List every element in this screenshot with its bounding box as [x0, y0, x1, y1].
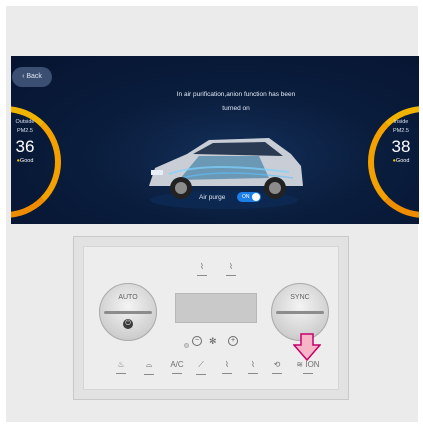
outside-pm25-readout: Outside PM2.5 36 ●Good: [11, 118, 39, 164]
inside-pm25-value: 38: [391, 137, 411, 156]
power-icon[interactable]: ⏻: [123, 319, 133, 329]
air-purge-toggle[interactable]: ON: [237, 192, 261, 202]
down-arrow-icon: [293, 333, 321, 361]
back-button[interactable]: ‹ Back: [12, 67, 52, 87]
outside-pm25-value: 36: [15, 137, 35, 156]
ion-button[interactable]: ≋ ION: [294, 360, 322, 374]
inside-pm-label: PM2.5: [393, 128, 409, 134]
plus-icon: +: [230, 337, 236, 344]
recirculation-icon[interactable]: ⟲: [268, 360, 286, 374]
fan-decrease-button[interactable]: −: [192, 336, 202, 346]
wifi-icon: ≋: [296, 360, 304, 369]
infotainment-screen: ‹ Back In air purification,anion functio…: [11, 56, 419, 224]
minus-icon: −: [194, 337, 200, 344]
seat-heat-passenger-icon[interactable]: ⌇: [222, 262, 240, 276]
ac-button[interactable]: A/C: [166, 360, 188, 374]
knob-slot: [276, 311, 324, 314]
rear-defrost-icon[interactable]: ♨: [112, 360, 130, 374]
fan-increase-button[interactable]: +: [228, 336, 238, 346]
feet-airflow-icon[interactable]: ⌇: [244, 360, 262, 374]
auto-temperature-knob[interactable]: AUTO ⏻: [99, 283, 157, 341]
outside-label: Outside: [15, 119, 35, 125]
windshield-airflow-icon[interactable]: ⟋: [192, 360, 210, 375]
air-purge-label: Air purge: [199, 194, 226, 201]
ac-label: A/C: [170, 360, 184, 369]
ion-label: ION: [305, 360, 320, 369]
auto-label: AUTO: [118, 294, 138, 301]
inside-quality-text: Good: [395, 158, 410, 164]
front-defrost-icon[interactable]: ⌓: [140, 360, 158, 375]
outside-pm-label: PM2.5: [17, 128, 33, 134]
back-label: Back: [26, 73, 42, 80]
knob-slot: [104, 311, 152, 314]
toggle-on-label: ON: [242, 194, 250, 200]
outside-quality-text: Good: [19, 158, 34, 164]
inside-quality: ●Good: [387, 158, 415, 164]
status-message-line1: In air purification,anion function has b…: [176, 91, 296, 98]
fan-icon: ✻: [209, 336, 217, 346]
climate-display: [175, 293, 257, 323]
indicator-dot: [184, 343, 189, 348]
inside-label: Inside: [393, 119, 409, 125]
toggle-knob: [252, 193, 260, 201]
face-airflow-icon[interactable]: ⌇: [218, 360, 236, 374]
inside-pm25-readout: Inside PM2.5 38 ●Good: [387, 118, 415, 164]
seat-heat-driver-icon[interactable]: ⌇: [193, 262, 211, 276]
sync-label: SYNC: [290, 294, 310, 301]
outside-quality: ●Good: [11, 158, 39, 164]
